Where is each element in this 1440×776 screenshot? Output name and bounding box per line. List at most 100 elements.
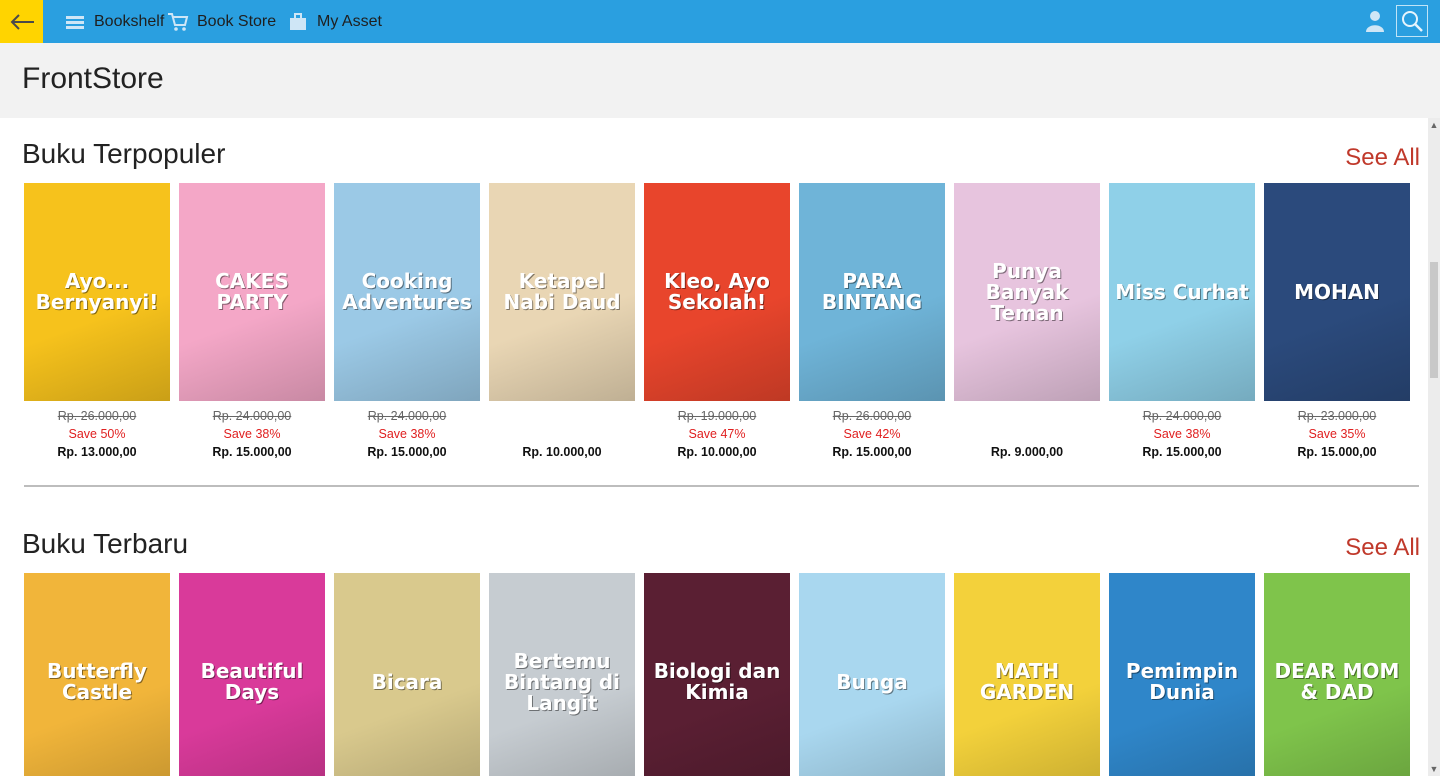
- scroll-up-arrow-icon[interactable]: ▲: [1428, 118, 1440, 132]
- book-card[interactable]: Biologi dan Kimia: [644, 573, 790, 776]
- section-title-popular: Buku Terpopuler: [22, 138, 226, 169]
- book-cover-title: Cooking Adventures: [342, 269, 472, 314]
- cart-icon: [167, 12, 189, 32]
- price-block: Rp. 19.000,00 Save 47% Rp. 10.000,00: [644, 407, 790, 461]
- section-divider: [24, 485, 1419, 487]
- scroll-down-arrow-icon[interactable]: ▼: [1428, 762, 1440, 776]
- price-block: Rp. 23.000,00 Save 35% Rp. 15.000,00: [1264, 407, 1410, 461]
- price-block: Rp. 24.000,00 Save 38% Rp. 15.000,00: [334, 407, 480, 461]
- book-cover[interactable]: MATH GARDEN: [954, 573, 1100, 776]
- book-cover[interactable]: Kleo, Ayo Sekolah!: [644, 183, 790, 401]
- book-card[interactable]: Ketapel Nabi Daud Rp. 10.000,00: [489, 183, 635, 461]
- book-cover-title: Miss Curhat: [1115, 279, 1249, 304]
- section-title-newest: Buku Terbaru: [22, 528, 189, 559]
- book-card[interactable]: Beautiful Days: [179, 573, 325, 776]
- book-card[interactable]: Butterfly Castle: [24, 573, 170, 776]
- book-cover[interactable]: Cooking Adventures: [334, 183, 480, 401]
- vertical-scrollbar[interactable]: ▲ ▼: [1428, 118, 1440, 776]
- book-cover-title: Bertemu Bintang di Langit: [503, 648, 621, 715]
- search-icon: [1402, 11, 1423, 32]
- book-cover-title: Bicara: [371, 669, 443, 694]
- book-cover[interactable]: Bunga: [799, 573, 945, 776]
- price-block: Rp. 24.000,00 Save 38% Rp. 15.000,00: [1109, 407, 1255, 461]
- book-cover[interactable]: PARA BINTANG: [799, 183, 945, 401]
- old-price: Rp. 26.000,00: [57, 409, 137, 423]
- book-cover-title: MOHAN: [1294, 279, 1380, 304]
- user-icon[interactable]: [1364, 9, 1386, 33]
- old-price: [489, 407, 635, 425]
- back-button[interactable]: [0, 0, 43, 43]
- nav-bookshelf-label: Bookshelf: [94, 12, 165, 30]
- old-price: Rp. 24.000,00: [367, 409, 447, 423]
- see-all-popular-link[interactable]: See All: [1345, 144, 1420, 172]
- see-all-newest-link[interactable]: See All: [1345, 534, 1420, 562]
- discount-label: Save 50%: [68, 427, 126, 441]
- book-card[interactable]: Bunga: [799, 573, 945, 776]
- discount-label: [489, 425, 635, 443]
- asset-icon: [287, 12, 309, 32]
- book-card[interactable]: Punya Banyak Teman Rp. 9.000,00: [954, 183, 1100, 461]
- book-card[interactable]: DEAR MOM & DAD: [1264, 573, 1410, 776]
- old-price: Rp. 26.000,00: [832, 409, 912, 423]
- discount-label: Save 47%: [688, 427, 746, 441]
- book-card[interactable]: Kleo, Ayo Sekolah! Rp. 19.000,00 Save 47…: [644, 183, 790, 461]
- book-cover-title: PARA BINTANG: [821, 269, 923, 314]
- book-cover-title: Bunga: [836, 669, 908, 694]
- book-cover[interactable]: DEAR MOM & DAD: [1264, 573, 1410, 776]
- book-cover[interactable]: Bicara: [334, 573, 480, 776]
- book-card[interactable]: Ayo... Bernyanyi! Rp. 26.000,00 Save 50%…: [24, 183, 170, 461]
- book-card[interactable]: Miss Curhat Rp. 24.000,00 Save 38% Rp. 1…: [1109, 183, 1255, 461]
- book-card[interactable]: CAKES PARTY Rp. 24.000,00 Save 38% Rp. 1…: [179, 183, 325, 461]
- discount-label: Save 38%: [378, 427, 436, 441]
- search-button[interactable]: [1396, 5, 1428, 37]
- book-cover[interactable]: MOHAN: [1264, 183, 1410, 401]
- discount-label: Save 38%: [1153, 427, 1211, 441]
- book-cover[interactable]: Pemimpin Dunia: [1109, 573, 1255, 776]
- current-price: Rp. 15.000,00: [1142, 445, 1222, 459]
- nav-bookshelf[interactable]: Bookshelf: [64, 0, 164, 43]
- book-cover[interactable]: Miss Curhat: [1109, 183, 1255, 401]
- book-cover[interactable]: Bertemu Bintang di Langit: [489, 573, 635, 776]
- book-cover[interactable]: Biologi dan Kimia: [644, 573, 790, 776]
- book-cover[interactable]: Beautiful Days: [179, 573, 325, 776]
- book-card[interactable]: MOHAN Rp. 23.000,00 Save 35% Rp. 15.000,…: [1264, 183, 1410, 461]
- current-price: Rp. 10.000,00: [522, 445, 602, 459]
- old-price: Rp. 24.000,00: [1142, 409, 1222, 423]
- book-cover[interactable]: CAKES PARTY: [179, 183, 325, 401]
- book-card[interactable]: PARA BINTANG Rp. 26.000,00 Save 42% Rp. …: [799, 183, 945, 461]
- book-card[interactable]: Bicara: [334, 573, 480, 776]
- book-cover-title: Biologi dan Kimia: [653, 659, 781, 704]
- book-cover-title: Punya Banyak Teman: [985, 258, 1069, 325]
- book-cover-title: Butterfly Castle: [47, 659, 147, 704]
- book-cover[interactable]: Butterfly Castle: [24, 573, 170, 776]
- book-cover[interactable]: Ketapel Nabi Daud: [489, 183, 635, 401]
- current-price: Rp. 9.000,00: [990, 445, 1064, 459]
- current-price: Rp. 15.000,00: [212, 445, 292, 459]
- price-block: Rp. 24.000,00 Save 38% Rp. 15.000,00: [179, 407, 325, 461]
- discount-label: Save 42%: [843, 427, 901, 441]
- current-price: Rp. 10.000,00: [677, 445, 757, 459]
- scroll-thumb[interactable]: [1430, 262, 1438, 378]
- store-content: Buku Terpopuler See All Ayo... Bernyanyi…: [0, 118, 1428, 776]
- old-price: Rp. 23.000,00: [1297, 409, 1377, 423]
- book-cover-title: Ayo... Bernyanyi!: [35, 269, 159, 314]
- book-cover[interactable]: Punya Banyak Teman: [954, 183, 1100, 401]
- nav-my-asset[interactable]: My Asset: [287, 0, 382, 43]
- nav-book-store[interactable]: Book Store: [167, 0, 276, 43]
- book-cover-title: Kleo, Ayo Sekolah!: [664, 269, 770, 314]
- book-cover[interactable]: Ayo... Bernyanyi!: [24, 183, 170, 401]
- book-card[interactable]: Bertemu Bintang di Langit: [489, 573, 635, 776]
- price-block: Rp. 26.000,00 Save 42% Rp. 15.000,00: [799, 407, 945, 461]
- current-price: Rp. 15.000,00: [832, 445, 912, 459]
- book-cover-title: CAKES PARTY: [215, 269, 289, 314]
- book-card[interactable]: MATH GARDEN: [954, 573, 1100, 776]
- old-price: Rp. 24.000,00: [212, 409, 292, 423]
- book-cover-title: DEAR MOM & DAD: [1274, 659, 1400, 704]
- book-card[interactable]: Pemimpin Dunia: [1109, 573, 1255, 776]
- book-cover-title: Beautiful Days: [200, 659, 304, 704]
- back-arrow-icon: [10, 13, 34, 30]
- price-block: Rp. 9.000,00: [954, 407, 1100, 461]
- book-card[interactable]: Cooking Adventures Rp. 24.000,00 Save 38…: [334, 183, 480, 461]
- price-block: Rp. 26.000,00 Save 50% Rp. 13.000,00: [24, 407, 170, 461]
- bookshelf-icon: [64, 12, 86, 32]
